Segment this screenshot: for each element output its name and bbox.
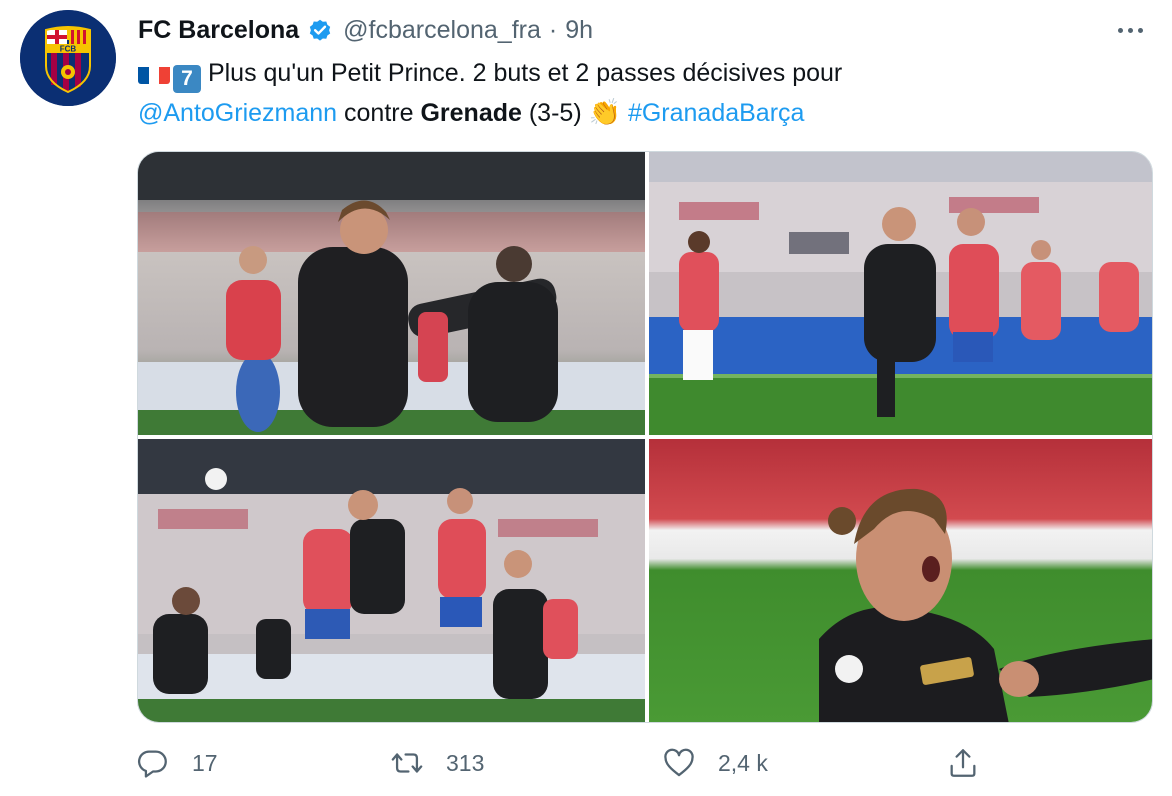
photo-closeup-shout[interactable] [649, 439, 1152, 722]
retweet-icon [391, 753, 423, 773]
hashtag-link[interactable]: #GranadaBarça [628, 99, 805, 127]
reply-button[interactable]: 17 [136, 740, 218, 786]
like-button[interactable]: 2,4 k [662, 740, 768, 786]
retweet-button[interactable]: 313 [390, 740, 484, 786]
reply-icon [137, 750, 167, 778]
more-options-icon[interactable] [1112, 18, 1148, 42]
mention-link[interactable]: @AntoGriezmann [138, 99, 337, 127]
avatar[interactable]: FCB [20, 10, 116, 106]
svg-text:FCB: FCB [60, 45, 77, 54]
keycap-seven-icon: 7 [173, 65, 201, 93]
photo-celebration-1[interactable] [138, 152, 645, 435]
retweet-count: 313 [446, 749, 485, 776]
france-flag-icon [138, 62, 170, 84]
tweet-text: 7 Plus qu'un Petit Prince. 2 buts et 2 p… [138, 54, 1148, 132]
reply-count: 17 [192, 749, 218, 776]
timestamp[interactable]: 9h [565, 16, 593, 45]
tweet-text-part-3: (3-5) [528, 99, 582, 127]
tweet-text-part-1: Plus qu'un Petit Prince. 2 buts et 2 pas… [207, 59, 843, 87]
tweet-text-part-2: contre [344, 99, 414, 127]
like-count: 2,4 k [718, 749, 768, 776]
verified-badge-icon [307, 17, 333, 43]
share-button[interactable] [946, 740, 980, 786]
photo-header-duel[interactable] [138, 439, 645, 722]
media-grid [137, 151, 1153, 723]
fc-barcelona-crest-icon: FCB [20, 10, 116, 106]
photo-celebration-2[interactable] [649, 152, 1152, 435]
separator-dot: · [548, 15, 558, 44]
user-handle[interactable]: @fcbarcelona_fra [343, 16, 541, 45]
tweet-actions: 17 313 2,4 k [136, 740, 996, 786]
display-name[interactable]: FC Barcelona [138, 16, 299, 45]
tweet-text-bold: Grenade [420, 99, 522, 127]
heart-icon [664, 748, 694, 777]
tweet-header: FC Barcelona @fcbarcelona_fra · 9h [138, 12, 593, 48]
clapping-hands-icon: 👏 [588, 97, 621, 127]
tweet-text-line-2: @AntoGriezmann contre Grenade (3-5) 👏 #G… [138, 93, 1148, 132]
tweet-text-line-1: 7 Plus qu'un Petit Prince. 2 buts et 2 p… [138, 54, 1148, 93]
share-icon [950, 749, 976, 777]
